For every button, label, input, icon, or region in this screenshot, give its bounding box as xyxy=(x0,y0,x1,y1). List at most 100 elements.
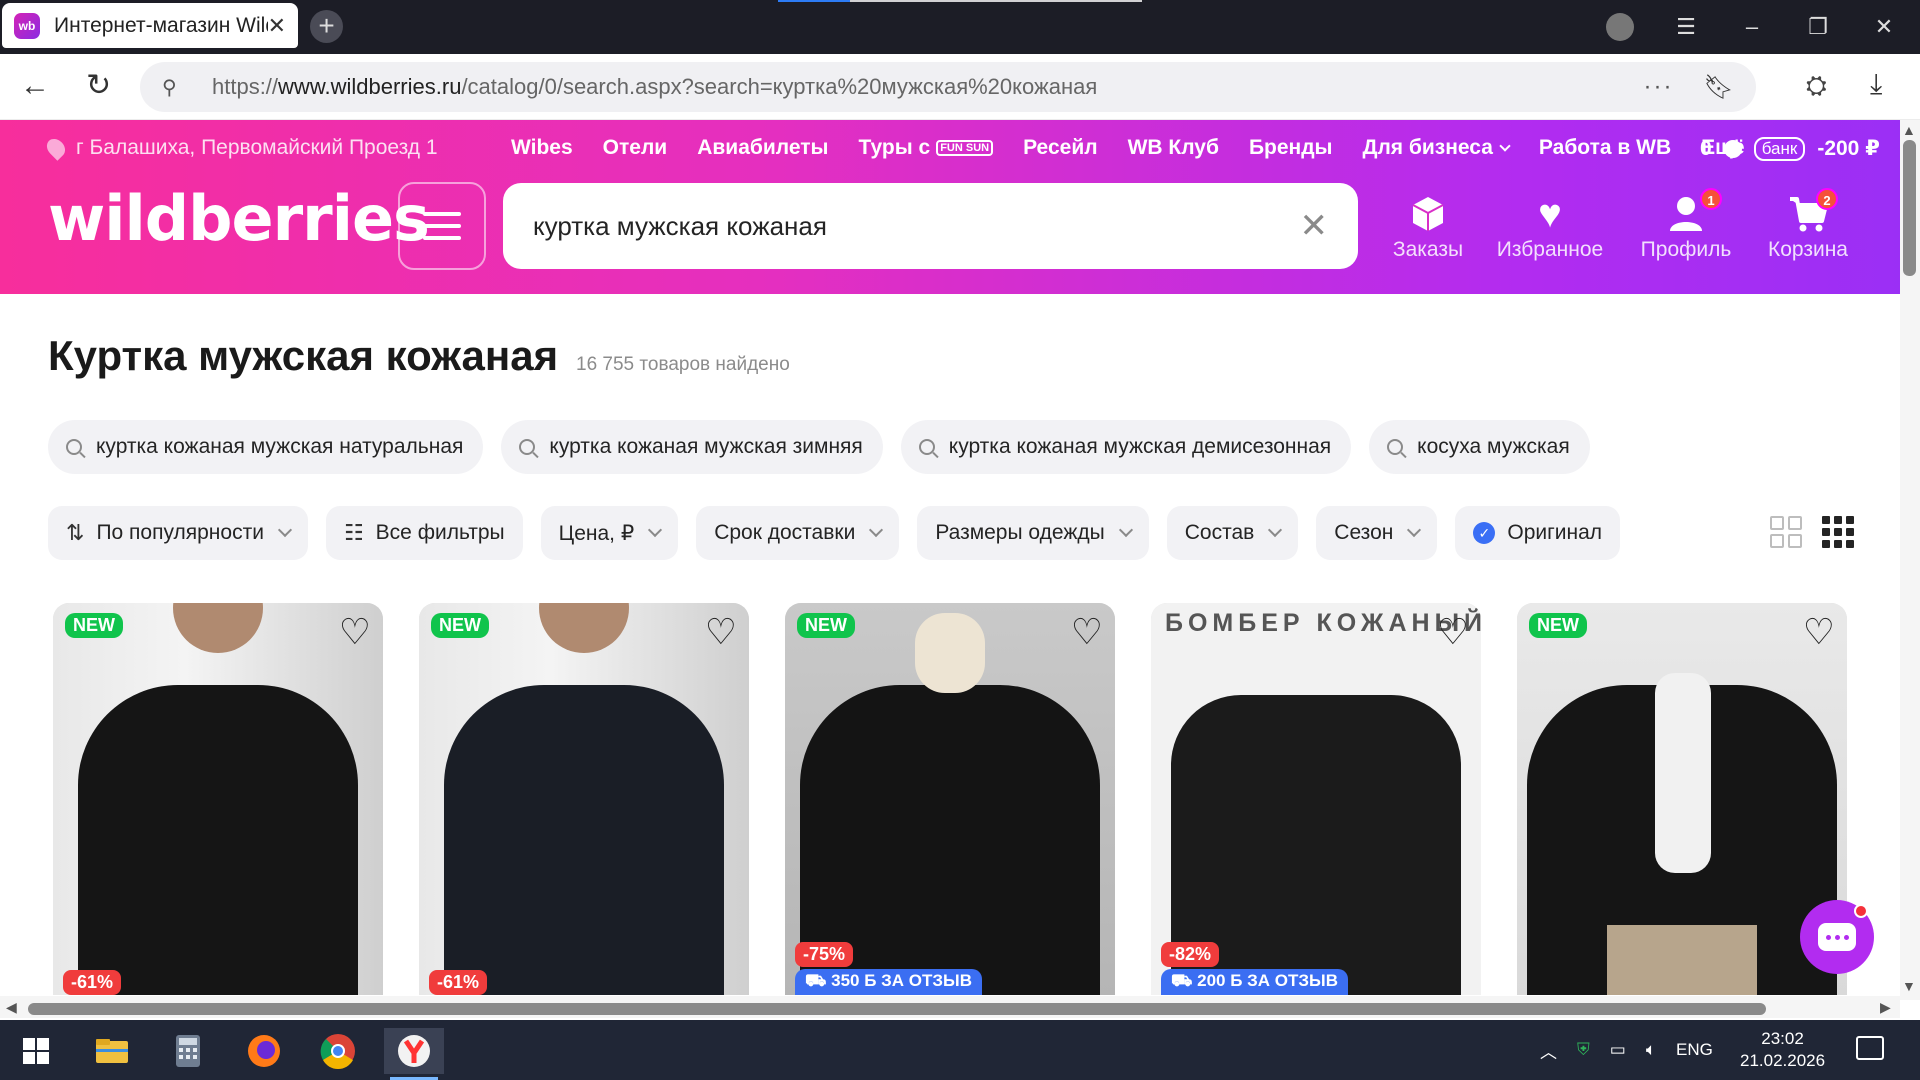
windows-taskbar: ︿ ⛨ ▭ 🔈︎ ENG 23:02 21.02.2026 xyxy=(0,1020,1920,1080)
delivery-filter[interactable]: Срок доставки xyxy=(696,506,900,560)
favorites-button[interactable]: ♥ Избранное xyxy=(1494,190,1606,262)
scroll-left-arrow-icon[interactable]: ◀ xyxy=(6,999,17,1016)
nav-link-flights[interactable]: Авиабилеты xyxy=(697,136,828,160)
large-grid-icon[interactable] xyxy=(1770,516,1802,548)
orders-label: Заказы xyxy=(1392,238,1464,261)
nav-link-tours[interactable]: Туры с FUN SUN xyxy=(858,136,994,160)
address-bar-row: ← ↻ ⚲ https://www.wildberries.ru/catalog… xyxy=(0,54,1920,120)
clock[interactable]: 23:02 21.02.2026 xyxy=(1740,1028,1825,1072)
cart-badge: 2 xyxy=(1816,188,1838,210)
all-filters-button[interactable]: ☷ Все фильтры xyxy=(325,506,523,560)
defender-shield-icon[interactable]: ⛨ xyxy=(1577,1040,1590,1060)
favorite-heart-icon[interactable]: ♡ xyxy=(1803,611,1835,653)
chevron-down-icon xyxy=(277,522,293,538)
favorite-heart-icon[interactable]: ♡ xyxy=(1071,611,1103,653)
browser-profile-icon[interactable] xyxy=(1606,13,1634,41)
calculator-icon[interactable] xyxy=(158,1028,218,1074)
search-query: куртка мужская кожаная xyxy=(533,210,827,241)
favorite-heart-icon[interactable]: ♡ xyxy=(1437,611,1469,653)
reload-icon[interactable]: ↻ xyxy=(86,68,111,103)
size-filter-label: Размеры одежды xyxy=(935,521,1105,544)
orders-button[interactable]: Заказы xyxy=(1388,190,1468,262)
horizontal-scrollbar-thumb[interactable] xyxy=(28,1003,1766,1015)
product-card[interactable]: NEW ♡ -75% ⛟ 350 Б ЗА ОТЗЫВ xyxy=(785,603,1115,995)
nav-link-hotels[interactable]: Отели xyxy=(603,136,668,160)
nav-link-wb-club[interactable]: WB Клуб xyxy=(1128,136,1219,160)
suggestion-chip[interactable]: куртка кожаная мужская натуральная xyxy=(48,420,484,474)
sort-dropdown[interactable]: ⇅ По популярности xyxy=(48,506,308,560)
tray-expand-icon[interactable]: ︿ xyxy=(1540,1038,1557,1063)
filter-bar: ⇅ По популярности ☷ Все фильтры Цена, ₽ Ср… xyxy=(48,506,1621,560)
profile-button[interactable]: 1 Профиль xyxy=(1638,188,1734,262)
site-info-icon[interactable]: ⚲ xyxy=(162,75,192,100)
close-window-icon[interactable]: ✕ xyxy=(1864,8,1904,46)
chat-bubble-icon xyxy=(1818,923,1856,951)
browser-tab[interactable]: wb Интернет-магазин Wildberries ✕ xyxy=(2,3,298,48)
material-filter-label: Состав xyxy=(1184,521,1255,544)
downloads-icon[interactable]: ⤓ xyxy=(1870,68,1882,101)
original-filter[interactable]: ✓ Оригинал xyxy=(1455,506,1621,560)
nav-link-resale[interactable]: Ресейл xyxy=(1023,136,1098,160)
wallet-widget[interactable]: 0 банк -200 ₽ xyxy=(1700,136,1880,161)
extensions-icon[interactable]: ⛭ xyxy=(1806,70,1827,102)
scroll-down-arrow-icon[interactable]: ▼ xyxy=(1902,978,1916,994)
verified-check-icon: ✓ xyxy=(1473,522,1496,544)
product-card[interactable]: NEW ♡ -61% xyxy=(53,603,383,995)
hamburger-icon xyxy=(423,212,461,216)
chrome-icon[interactable] xyxy=(308,1028,368,1074)
restore-icon[interactable]: ❐ xyxy=(1798,8,1838,46)
nav-link-brands[interactable]: Бренды xyxy=(1249,136,1333,160)
back-arrow-icon[interactable]: ← xyxy=(20,69,50,103)
browser-menu-icon[interactable]: ☰ xyxy=(1666,8,1706,46)
season-filter[interactable]: Сезон xyxy=(1316,506,1438,560)
notification-center-icon[interactable] xyxy=(1856,1036,1884,1060)
clear-search-icon[interactable]: ✕ xyxy=(1300,206,1329,246)
price-filter[interactable]: Цена, ₽ xyxy=(540,506,679,560)
chevron-down-icon xyxy=(1118,522,1133,538)
suggestion-chip[interactable]: куртка кожаная мужская демисезонная xyxy=(900,420,1352,474)
product-card[interactable]: БОМБЕР КОЖАНЫЙ ♡ -82% ⛟ 200 Б ЗА ОТЗЫВ xyxy=(1151,603,1481,995)
close-tab-icon[interactable]: ✕ xyxy=(268,13,286,39)
scroll-up-arrow-icon[interactable]: ▲ xyxy=(1902,122,1916,138)
small-grid-icon[interactable] xyxy=(1822,516,1854,548)
chat-support-button[interactable] xyxy=(1800,900,1874,974)
location-selector[interactable]: г Балашиха, Первомайский Проезд 1 xyxy=(43,135,438,161)
cart-button[interactable]: 2 Корзина xyxy=(1762,188,1854,262)
favorite-heart-icon[interactable]: ♡ xyxy=(705,611,737,653)
more-options-icon[interactable]: ··· xyxy=(1644,73,1674,101)
suggestion-chip[interactable]: косуха мужская xyxy=(1369,420,1590,474)
nav-link-wibes[interactable]: Wibes xyxy=(511,136,573,160)
funsun-logo-icon: FUN SUN xyxy=(936,140,994,156)
network-icon[interactable]: ▭ xyxy=(1610,1040,1626,1060)
suggestion-chip[interactable]: куртка кожаная мужская зимняя xyxy=(501,420,883,474)
new-badge: NEW xyxy=(797,613,855,638)
favorite-heart-icon[interactable]: ♡ xyxy=(339,611,371,653)
delivery-filter-label: Срок доставки xyxy=(714,521,856,544)
nav-link-jobs[interactable]: Работа в WB xyxy=(1539,136,1671,160)
wildberries-logo[interactable]: wildberries xyxy=(48,182,430,255)
bank-badge: банк xyxy=(1753,136,1806,161)
top-nav-links: Wibes Отели Авиабилеты Туры с FUN SUN Рес… xyxy=(511,136,1745,160)
file-explorer-icon[interactable] xyxy=(82,1028,142,1074)
product-card[interactable]: NEW ♡ -61% xyxy=(419,603,749,995)
language-indicator[interactable]: ENG xyxy=(1676,1040,1713,1060)
location-text: г Балашиха, Первомайский Проезд 1 xyxy=(76,136,438,159)
size-filter[interactable]: Размеры одежды xyxy=(917,506,1149,560)
start-button[interactable] xyxy=(6,1028,66,1074)
volume-icon[interactable]: 🔈︎ xyxy=(1646,1040,1656,1060)
url-field[interactable]: ⚲ https://www.wildberries.ru/catalog/0/s… xyxy=(140,62,1756,112)
minimize-icon[interactable]: – xyxy=(1732,8,1772,46)
yandex-browser-icon[interactable] xyxy=(384,1028,444,1080)
search-icon xyxy=(66,439,82,455)
catalog-menu-button[interactable] xyxy=(398,182,486,270)
windows-logo-icon xyxy=(23,1038,49,1064)
product-card[interactable]: NEW ♡ xyxy=(1517,603,1847,995)
bookmark-icon[interactable]: 🔖︎ xyxy=(1704,73,1734,102)
search-input[interactable]: куртка мужская кожаная ✕ xyxy=(503,183,1358,269)
vertical-scrollbar-thumb[interactable] xyxy=(1903,140,1916,276)
scroll-right-arrow-icon[interactable]: ▶ xyxy=(1880,999,1891,1016)
material-filter[interactable]: Состав xyxy=(1166,506,1299,560)
nav-link-business[interactable]: Для бизнеса xyxy=(1363,136,1511,160)
firefox-icon[interactable] xyxy=(234,1028,294,1074)
new-tab-button[interactable]: + xyxy=(310,10,343,43)
